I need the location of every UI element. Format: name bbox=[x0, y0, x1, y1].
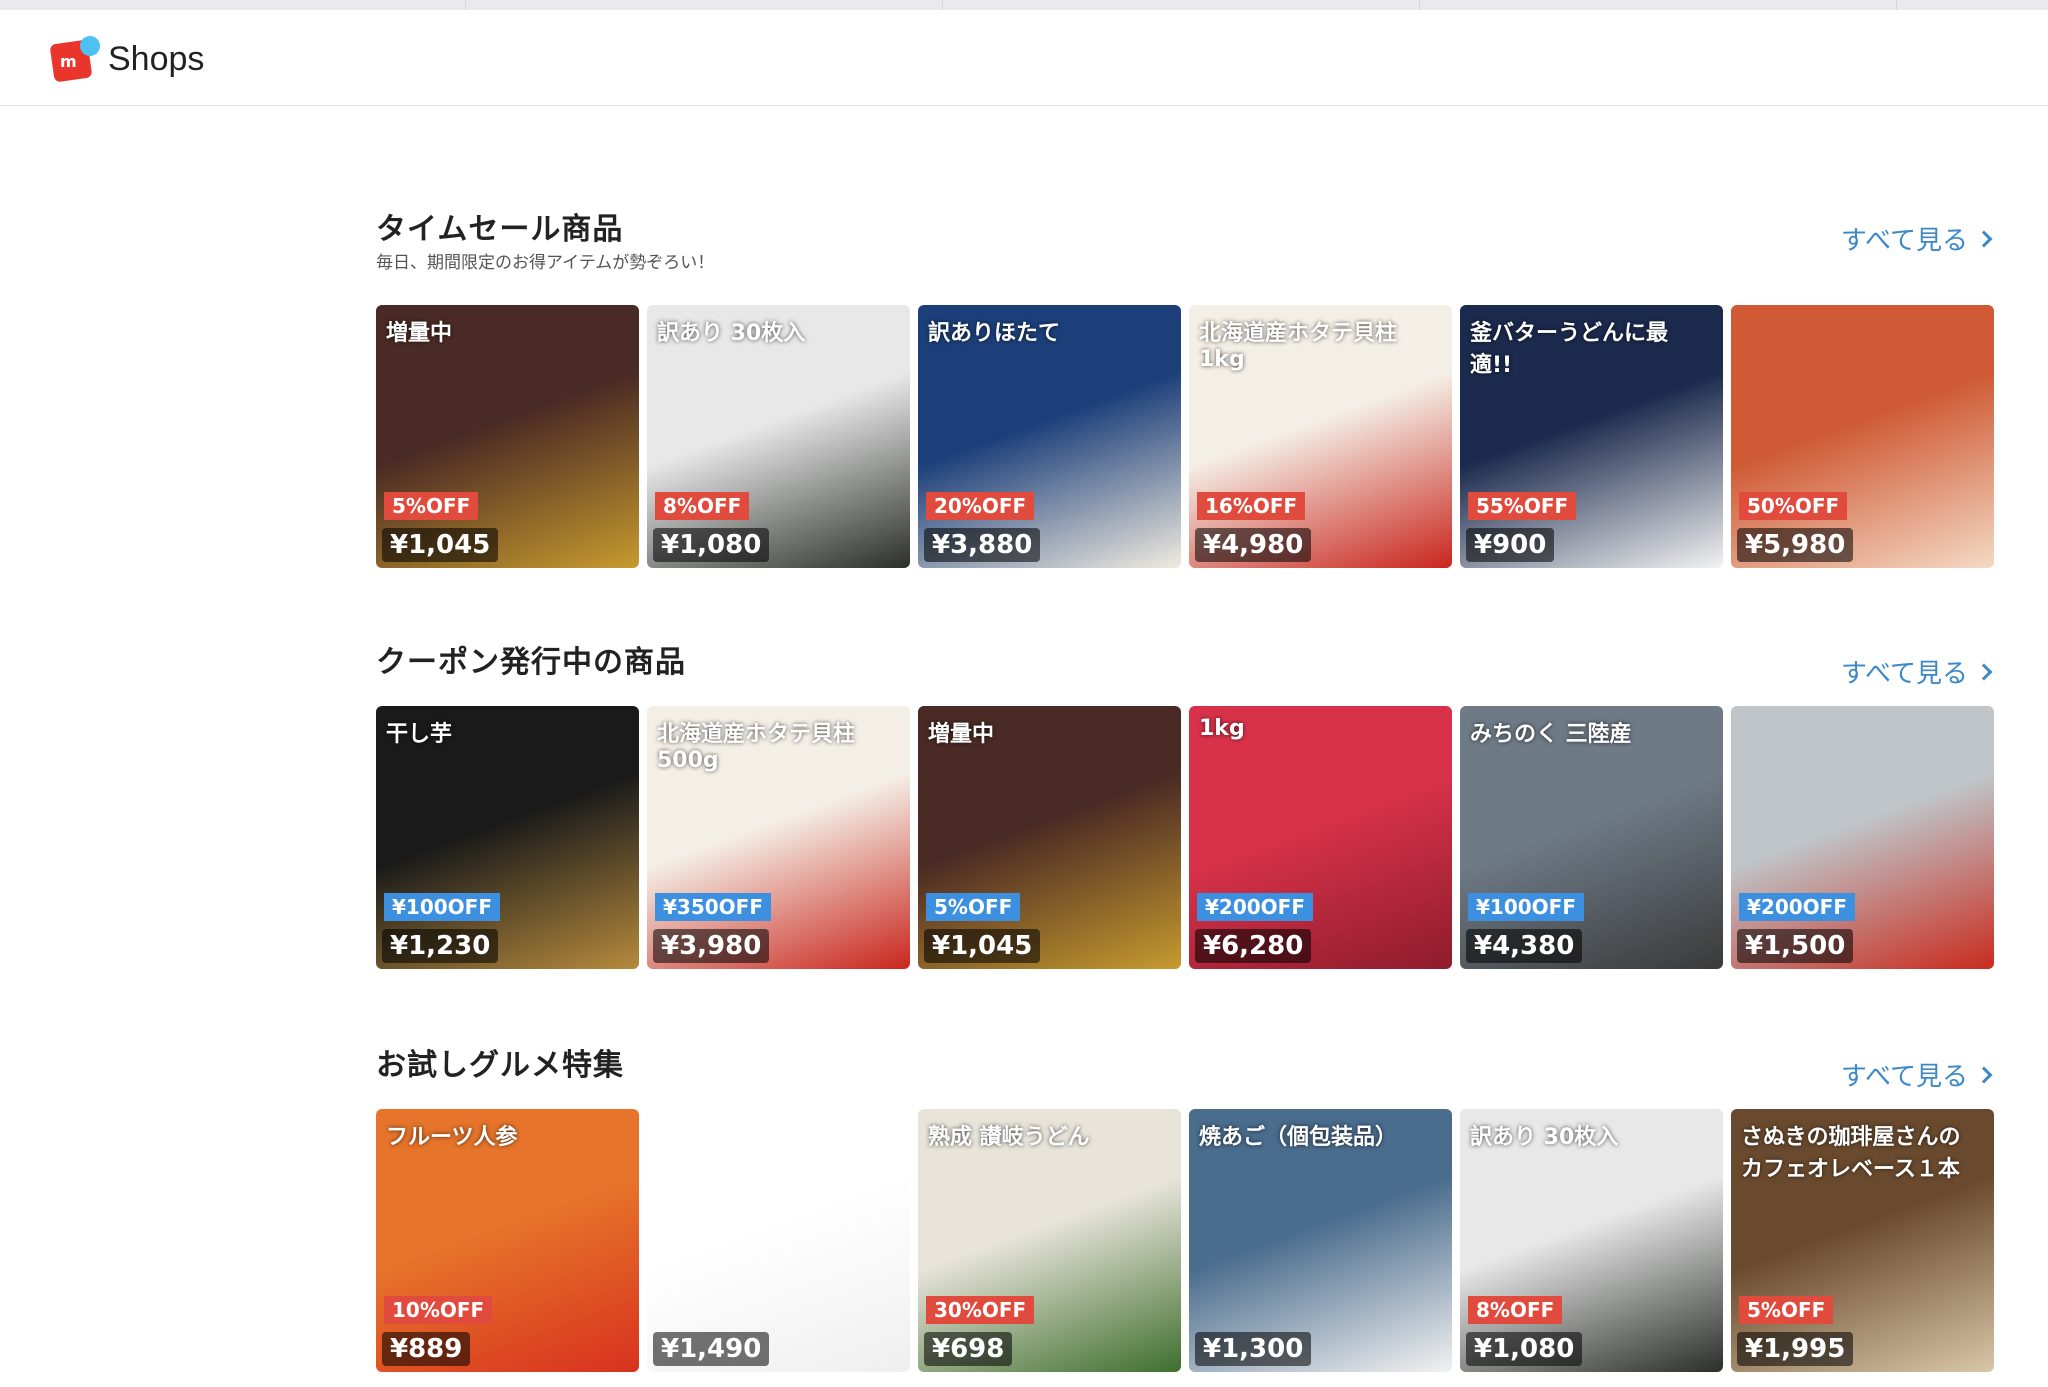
product-image-caption: 増量中 bbox=[386, 321, 453, 346]
product-price: ¥1,080 bbox=[1466, 1332, 1583, 1366]
product-price: ¥5,980 bbox=[1737, 528, 1854, 562]
product-price: ¥3,880 bbox=[924, 528, 1041, 562]
discount-badge: ¥350OFF bbox=[655, 893, 771, 921]
chevron-right-icon bbox=[1975, 1066, 1993, 1083]
tab-segment[interactable] bbox=[1420, 0, 1897, 10]
discount-badge: 10%OFF bbox=[384, 1296, 493, 1324]
discount-badge: ¥100OFF bbox=[384, 893, 500, 921]
product-image-caption: 訳あり 30枚入 bbox=[657, 321, 806, 346]
product-card[interactable]: 1kg ¥200OFF ¥6,280 bbox=[1189, 706, 1452, 969]
product-card[interactable]: 釜バターうどんに最適!! 55%OFF ¥900 bbox=[1460, 305, 1723, 568]
product-image-caption: 1kg bbox=[1199, 716, 1245, 741]
product-price: ¥4,380 bbox=[1466, 929, 1583, 963]
see-all-label: すべて見る bbox=[1840, 1062, 1968, 1092]
product-section: タイムセール商品毎日、期間限定のお得アイテムが勢ぞろい！ すべて見る増量中 5%OF… bbox=[376, 204, 1994, 568]
discount-badge: 50%OFF bbox=[1739, 492, 1848, 520]
product-card[interactable]: 北海道産ホタテ貝柱1kg 16%OFF ¥4,980 bbox=[1189, 305, 1452, 568]
product-card[interactable]: 訳ありほたて 20%OFF ¥3,880 bbox=[918, 305, 1181, 568]
product-price: ¥1,490 bbox=[653, 1332, 770, 1366]
discount-badge: 30%OFF bbox=[926, 1296, 1035, 1324]
section-subtitle: 毎日、期間限定のお得アイテムが勢ぞろい！ bbox=[376, 253, 715, 273]
product-card[interactable]: 北海道産ホタテ貝柱500g ¥350OFF ¥3,980 bbox=[647, 706, 910, 969]
discount-badge: 20%OFF bbox=[926, 492, 1035, 520]
product-price: ¥1,230 bbox=[382, 929, 499, 963]
product-image-caption: 訳あり 30枚入 bbox=[1470, 1125, 1619, 1150]
product-image-caption: 熟成 讃岐うどん bbox=[928, 1125, 1090, 1150]
product-card[interactable]: 増量中 5%OFF ¥1,045 bbox=[918, 706, 1181, 969]
product-image-caption: 北海道産ホタテ貝柱1kg bbox=[1199, 321, 1398, 372]
tab-segment[interactable] bbox=[943, 0, 1420, 10]
product-card[interactable]: 干し芋 ¥100OFF ¥1,230 bbox=[376, 706, 639, 969]
product-grid: 増量中 5%OFF ¥1,045 訳あり 30枚入 8%OFF ¥1,080 訳ありほたて 2… bbox=[376, 305, 1994, 568]
product-image-caption: 訳ありほたて bbox=[928, 321, 1061, 346]
section-title: クーポン発行中の商品 bbox=[376, 645, 686, 680]
see-all-label: すべて見る bbox=[1840, 226, 1968, 256]
product-card[interactable]: ¥200OFF ¥1,500 bbox=[1731, 706, 1994, 969]
product-card[interactable]: ¥1,490 bbox=[647, 1109, 910, 1372]
product-card[interactable]: フルーツ人参 10%OFF ¥889 bbox=[376, 1109, 639, 1372]
product-price: ¥4,980 bbox=[1195, 528, 1312, 562]
discount-badge: 5%OFF bbox=[1739, 1296, 1834, 1324]
browser-tab-strip bbox=[0, 0, 2048, 10]
product-price: ¥1,995 bbox=[1737, 1332, 1854, 1366]
product-image-caption: さぬきの珈琲屋さんのカフェオレベース１本 bbox=[1741, 1125, 1961, 1182]
see-all-link[interactable]: すべて見る bbox=[1840, 653, 1993, 690]
chevron-right-icon bbox=[1975, 663, 1993, 680]
product-card[interactable]: 訳あり 30枚入 8%OFF ¥1,080 bbox=[647, 305, 910, 568]
product-grid: 干し芋 ¥100OFF ¥1,230 北海道産ホタテ貝柱500g ¥350OFF ¥3,9… bbox=[376, 706, 1994, 969]
product-price: ¥1,045 bbox=[924, 929, 1041, 963]
product-image-caption: 焼あご（個包装品） bbox=[1199, 1125, 1398, 1150]
product-price: ¥1,080 bbox=[653, 528, 770, 562]
product-price: ¥1,500 bbox=[1737, 929, 1854, 963]
tab-segment[interactable] bbox=[0, 0, 466, 10]
discount-badge: 55%OFF bbox=[1468, 492, 1577, 520]
product-price: ¥3,980 bbox=[653, 929, 770, 963]
section-title: お試しグルメ特集 bbox=[376, 1048, 624, 1083]
shops-logo-icon: m bbox=[49, 34, 100, 84]
product-image-caption: 干し芋 bbox=[386, 722, 453, 747]
brand-name: Shops bbox=[108, 39, 205, 78]
site-header: m Shops bbox=[0, 10, 2048, 106]
product-card[interactable]: 50%OFF ¥5,980 bbox=[1731, 305, 1994, 568]
product-price: ¥1,300 bbox=[1195, 1332, 1312, 1366]
tab-segment[interactable] bbox=[466, 0, 943, 10]
discount-badge: ¥100OFF bbox=[1468, 893, 1584, 921]
see-all-link[interactable]: すべて見る bbox=[1840, 220, 1993, 257]
product-card[interactable]: 増量中 5%OFF ¥1,045 bbox=[376, 305, 639, 568]
product-card[interactable]: みちのく 三陸産 ¥100OFF ¥4,380 bbox=[1460, 706, 1723, 969]
product-grid: フルーツ人参 10%OFF ¥889 ¥1,490 熟成 讃岐うどん 30%OFF ¥698… bbox=[376, 1109, 1994, 1372]
discount-badge: 8%OFF bbox=[655, 492, 750, 520]
product-image-caption: 増量中 bbox=[928, 722, 995, 747]
product-section: クーポン発行中の商品 すべて見る干し芋 ¥100OFF ¥1,230 北海道産ホタテ貝柱… bbox=[376, 637, 1994, 969]
product-price: ¥1,045 bbox=[382, 528, 499, 562]
product-card[interactable]: 訳あり 30枚入 8%OFF ¥1,080 bbox=[1460, 1109, 1723, 1372]
product-card[interactable]: さぬきの珈琲屋さんのカフェオレベース１本 5%OFF ¥1,995 bbox=[1731, 1109, 1994, 1372]
discount-badge: 5%OFF bbox=[384, 492, 479, 520]
product-price: ¥698 bbox=[924, 1332, 1013, 1366]
discount-badge: 16%OFF bbox=[1197, 492, 1306, 520]
product-section: お試しグルメ特集 すべて見るフルーツ人参 10%OFF ¥889 ¥1,490 熟成 讃岐… bbox=[376, 1040, 1994, 1372]
product-card[interactable]: 熟成 讃岐うどん 30%OFF ¥698 bbox=[918, 1109, 1181, 1372]
product-price: ¥6,280 bbox=[1195, 929, 1312, 963]
discount-badge: 8%OFF bbox=[1468, 1296, 1563, 1324]
shops-logo[interactable]: m Shops bbox=[49, 34, 205, 84]
see-all-link[interactable]: すべて見る bbox=[1840, 1056, 1993, 1093]
product-price: ¥889 bbox=[382, 1332, 471, 1366]
product-image-caption: フルーツ人参 bbox=[386, 1125, 518, 1150]
discount-badge: 5%OFF bbox=[926, 893, 1021, 921]
product-price: ¥900 bbox=[1466, 528, 1555, 562]
discount-badge: ¥200OFF bbox=[1739, 893, 1855, 921]
product-image-caption: みちのく 三陸産 bbox=[1470, 722, 1632, 747]
section-title: タイムセール商品 bbox=[376, 212, 624, 247]
discount-badge: ¥200OFF bbox=[1197, 893, 1313, 921]
product-image-caption: 北海道産ホタテ貝柱500g bbox=[657, 722, 856, 773]
product-card[interactable]: 焼あご（個包装品） ¥1,300 bbox=[1189, 1109, 1452, 1372]
product-image-caption: 釜バターうどんに最適!! bbox=[1470, 321, 1669, 378]
chevron-right-icon bbox=[1975, 230, 1993, 247]
see-all-label: すべて見る bbox=[1840, 659, 1968, 689]
